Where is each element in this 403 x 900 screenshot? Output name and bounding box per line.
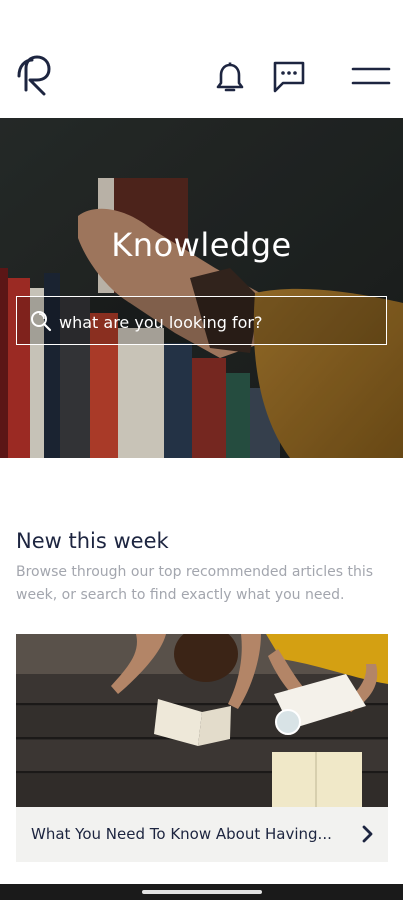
article-card[interactable]: What You Need To Know About Having... [16, 634, 388, 862]
top-app-bar [0, 0, 403, 118]
article-image [16, 634, 388, 807]
search-bar[interactable] [16, 296, 387, 345]
article-title: What You Need To Know About Having... [31, 825, 332, 843]
home-indicator[interactable] [142, 890, 262, 894]
system-navigation-bar [0, 884, 403, 900]
article-card-footer[interactable]: What You Need To Know About Having... [16, 807, 388, 862]
search-input[interactable] [57, 307, 381, 337]
search-icon [31, 311, 52, 332]
brand-logo-icon[interactable] [16, 54, 54, 96]
chat-icon[interactable] [272, 60, 306, 94]
chevron-right-icon [362, 825, 373, 843]
section-description: Browse through our top recommended artic… [16, 564, 374, 603]
hero-banner: Knowledge [0, 118, 403, 458]
menu-icon[interactable] [351, 64, 391, 88]
hero-background-image [0, 118, 403, 458]
hero-title: Knowledge [111, 226, 292, 264]
bell-icon[interactable] [215, 62, 245, 94]
section-title: New this week [16, 529, 169, 553]
